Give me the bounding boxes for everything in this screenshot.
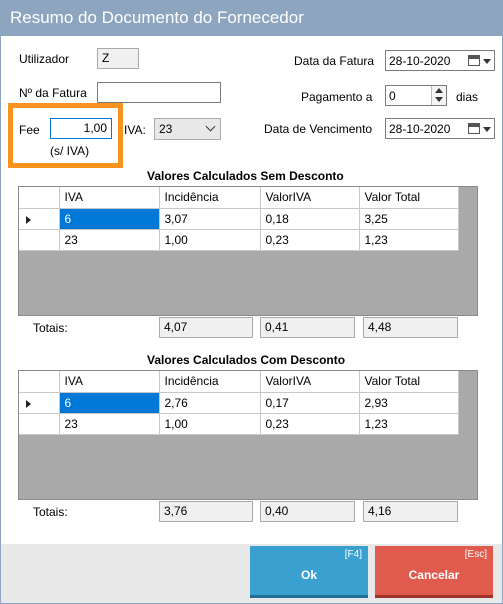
cell-valortotal[interactable]: 3,25 <box>359 208 459 230</box>
table-row[interactable]: 6 3,07 0,18 3,25 <box>19 208 459 230</box>
data-fatura-label: Data da Fatura <box>294 54 375 68</box>
col-header-incidencia[interactable]: Incidência <box>159 371 261 393</box>
col-header-valoriva[interactable]: ValorIVA <box>260 371 360 393</box>
chevron-down-icon <box>483 127 491 132</box>
cell-incidencia[interactable]: 3,07 <box>159 208 261 230</box>
total-valortotal: 4,16 <box>363 501 458 522</box>
sem-desconto-title: Valores Calculados Sem Desconto <box>147 169 344 183</box>
grid-corner <box>19 371 60 393</box>
fee-note: (s/ IVA) <box>50 144 90 158</box>
data-vencimento-label: Data de Vencimento <box>264 122 373 136</box>
total-valoriva: 0,41 <box>260 317 355 338</box>
cancel-label: Cancelar <box>408 568 460 582</box>
row-pointer-icon <box>26 215 31 224</box>
cell-valoriva[interactable]: 0,23 <box>260 413 360 435</box>
cell-valoriva[interactable]: 0,18 <box>260 208 360 230</box>
totais-label: Totais: <box>33 505 68 519</box>
pagamento-label: Pagamento a <box>301 90 373 104</box>
cell-incidencia[interactable]: 1,00 <box>159 413 261 435</box>
utilizador-label: Utilizador <box>19 52 70 66</box>
com-desconto-title: Valores Calculados Com Desconto <box>147 353 346 367</box>
iva-label: IVA: <box>124 123 146 137</box>
iva-select-value: 23 <box>159 122 173 136</box>
iva-select[interactable]: 23 <box>154 118 221 140</box>
cell-iva[interactable]: 6 <box>59 208 160 230</box>
table-row[interactable]: 23 1,00 0,23 1,23 <box>19 229 459 251</box>
col-header-valortotal[interactable]: Valor Total <box>359 371 459 393</box>
arrow-up-icon <box>435 88 443 93</box>
cell-iva[interactable]: 6 <box>59 392 160 414</box>
total-incidencia: 4,07 <box>159 317 253 338</box>
calendar-icon <box>468 123 480 134</box>
cell-incidencia[interactable]: 2,76 <box>159 392 261 414</box>
table-row[interactable]: 6 2,76 0,17 2,93 <box>19 392 459 414</box>
cell-valortotal[interactable]: 1,23 <box>359 229 459 251</box>
col-header-incidencia[interactable]: Incidência <box>159 187 261 209</box>
data-vencimento-picker[interactable]: 28-10-2020 <box>385 118 495 139</box>
cancel-button[interactable]: [Esc] Cancelar <box>375 546 493 598</box>
calendar-icon <box>468 55 480 66</box>
data-fatura-picker[interactable]: 28-10-2020 <box>385 50 495 71</box>
cell-valortotal[interactable]: 1,23 <box>359 413 459 435</box>
row-header[interactable] <box>19 229 60 251</box>
totais-label: Totais: <box>33 321 68 335</box>
sem-desconto-grid[interactable]: IVA Incidência ValorIVA Valor Total 6 3,… <box>18 186 478 316</box>
pagamento-stepper[interactable]: 0 <box>385 85 447 106</box>
row-pointer-icon <box>26 399 31 408</box>
row-header[interactable] <box>19 413 60 435</box>
fee-input[interactable]: 1,00 <box>50 118 112 139</box>
cancel-underline <box>375 595 493 598</box>
dias-label: dias <box>456 90 479 104</box>
utilizador-field: Z <box>97 48 139 69</box>
cell-valoriva[interactable]: 0,17 <box>260 392 360 414</box>
cell-valortotal[interactable]: 2,93 <box>359 392 459 414</box>
cell-valoriva[interactable]: 0,23 <box>260 229 360 251</box>
total-valortotal: 4,48 <box>363 317 458 338</box>
fee-label: Fee <box>19 123 40 137</box>
cancel-shortcut: [Esc] <box>464 549 487 560</box>
col-header-valoriva[interactable]: ValorIVA <box>260 187 360 209</box>
fatura-label: Nº da Fatura <box>19 86 87 100</box>
data-vencimento-value: 28-10-2020 <box>389 122 451 136</box>
col-header-iva[interactable]: IVA <box>59 371 160 393</box>
grid-corner <box>19 187 60 209</box>
total-incidencia: 3,76 <box>159 501 253 522</box>
cell-incidencia[interactable]: 1,00 <box>159 229 261 251</box>
ok-underline <box>250 595 368 598</box>
pagamento-value: 0 <box>389 89 396 103</box>
col-header-iva[interactable]: IVA <box>59 187 160 209</box>
arrow-down-icon <box>435 97 443 102</box>
ok-label: Ok <box>300 568 317 582</box>
stepper-buttons[interactable] <box>431 86 446 105</box>
com-desconto-grid[interactable]: IVA Incidência ValorIVA Valor Total 6 2,… <box>18 370 478 500</box>
ok-button[interactable]: [F4] Ok <box>250 546 368 598</box>
cell-iva[interactable]: 23 <box>59 229 160 251</box>
dialog-body: Utilizador Z Nº da Fatura Fee 1,00 (s/ I… <box>0 36 503 604</box>
grid-header-row: IVA Incidência ValorIVA Valor Total <box>19 187 459 209</box>
row-header[interactable] <box>19 392 60 414</box>
chevron-down-icon <box>483 59 491 64</box>
data-fatura-value: 28-10-2020 <box>389 54 451 68</box>
ok-shortcut: [F4] <box>344 549 362 560</box>
col-header-valortotal[interactable]: Valor Total <box>359 187 459 209</box>
table-row[interactable]: 23 1,00 0,23 1,23 <box>19 413 459 435</box>
row-header[interactable] <box>19 208 60 230</box>
fatura-input[interactable] <box>97 82 221 103</box>
window-title: Resumo do Documento do Fornecedor <box>0 0 503 36</box>
chevron-down-icon <box>205 121 216 132</box>
cell-iva[interactable]: 23 <box>59 413 160 435</box>
grid-header-row: IVA Incidência ValorIVA Valor Total <box>19 371 459 393</box>
total-valoriva: 0,40 <box>260 501 355 522</box>
